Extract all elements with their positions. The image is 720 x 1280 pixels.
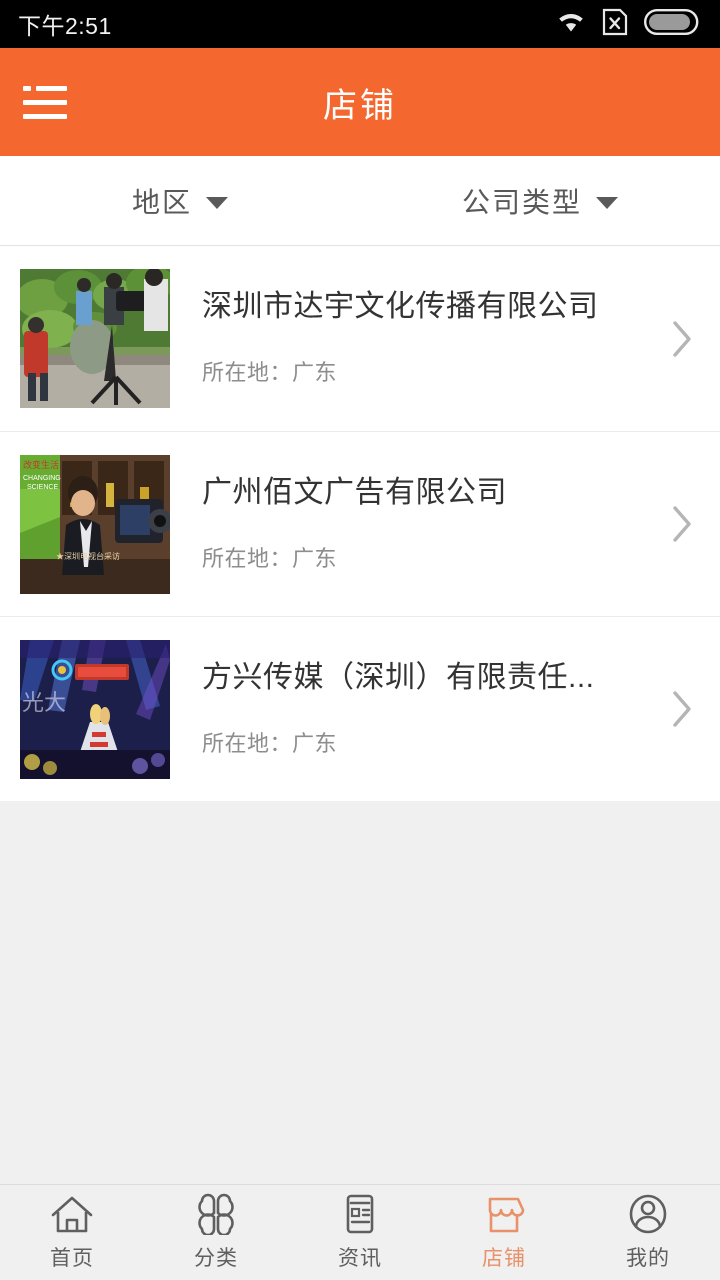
filter-bar: 地区 公司类型	[0, 156, 720, 246]
tab-profile[interactable]: 我的	[576, 1185, 720, 1280]
svg-text:CHANGING: CHANGING	[23, 475, 61, 482]
tab-home-label: 首页	[50, 1247, 94, 1270]
outdoor-film-crew-photo	[20, 269, 170, 408]
clover-grid-icon	[193, 1193, 239, 1235]
app-root: 下午2:51 店铺 地区 公司类型 深圳市达宇文化传播有限公司 所在地：广东 改…	[0, 0, 720, 1280]
status-bar: 下午2:51	[0, 0, 720, 48]
shop-location: 所在地：广东	[202, 545, 338, 571]
shop-name: 广州佰文广告有限公司	[202, 475, 507, 509]
chevron-down-icon	[596, 196, 618, 209]
battery-icon	[644, 8, 702, 40]
bottom-tab-bar: 首页 分类 资讯 店铺 我的	[0, 1184, 720, 1280]
wifi-icon	[556, 10, 586, 39]
tab-home[interactable]: 首页	[0, 1185, 144, 1280]
chevron-right-icon	[662, 687, 702, 731]
chevron-right-icon	[662, 317, 702, 361]
interview-studio-photo: 改变生活 CHANGING SCIENCE ★深圳电视台采访	[20, 454, 170, 594]
shop-location: 所在地：广东	[202, 730, 338, 756]
hamburger-menu-icon[interactable]	[20, 80, 70, 124]
news-document-icon	[337, 1193, 383, 1235]
list-item-body: 方兴传媒（深圳）有限责任... 所在地：广东	[170, 661, 662, 758]
shop-location: 所在地：广东	[202, 360, 338, 385]
sim-card-x-icon	[602, 8, 628, 41]
menu-bar-2	[23, 99, 67, 105]
user-profile-icon	[625, 1193, 671, 1235]
status-time: 下午2:51	[18, 13, 112, 39]
svg-text:SCIENCE: SCIENCE	[27, 484, 58, 491]
page-title: 店铺	[323, 86, 397, 125]
tab-shop[interactable]: 店铺	[432, 1185, 576, 1280]
menu-bar-1	[23, 85, 67, 91]
filter-company-type[interactable]: 公司类型	[360, 156, 720, 245]
svg-text:光大: 光大	[22, 690, 66, 715]
list-item-body: 广州佰文广告有限公司 所在地：广东	[170, 476, 662, 573]
list-item[interactable]: 改变生活 CHANGING SCIENCE ★深圳电视台采访 广州佰文广告有限公…	[0, 431, 720, 616]
tab-profile-label: 我的	[626, 1247, 670, 1270]
tab-category-label: 分类	[194, 1247, 238, 1270]
list-item[interactable]: 深圳市达宇文化传播有限公司 所在地：广东	[0, 246, 720, 431]
chevron-right-icon	[662, 502, 702, 546]
status-icons	[556, 8, 702, 41]
app-header: 店铺	[0, 48, 720, 156]
shop-list: 深圳市达宇文化传播有限公司 所在地：广东 改变生活 CHANGING SCIEN…	[0, 246, 720, 801]
chevron-down-icon	[206, 196, 228, 209]
tab-shop-label: 店铺	[482, 1247, 526, 1270]
concert-stage-photo: 光大	[20, 639, 170, 779]
filter-region[interactable]: 地区	[0, 156, 360, 245]
storefront-icon	[481, 1193, 527, 1235]
tab-news-label: 资讯	[338, 1247, 382, 1270]
list-item-body: 深圳市达宇文化传播有限公司 所在地：广东	[170, 290, 662, 387]
empty-area	[0, 801, 720, 1184]
shop-name: 深圳市达宇文化传播有限公司	[202, 290, 599, 323]
menu-bar-3	[23, 113, 67, 119]
svg-text:改变生活: 改变生活	[23, 459, 59, 470]
filter-region-label: 地区	[131, 186, 192, 218]
list-item[interactable]: 光大 方兴传媒（深圳）有限责任... 所在地：广东	[0, 616, 720, 801]
tab-category[interactable]: 分类	[144, 1185, 288, 1280]
filter-company-type-label: 公司类型	[461, 186, 582, 218]
home-icon	[49, 1193, 95, 1235]
tab-news[interactable]: 资讯	[288, 1185, 432, 1280]
svg-text:★深圳电视台采访: ★深圳电视台采访	[56, 551, 120, 561]
shop-name: 方兴传媒（深圳）有限责任...	[202, 660, 595, 694]
